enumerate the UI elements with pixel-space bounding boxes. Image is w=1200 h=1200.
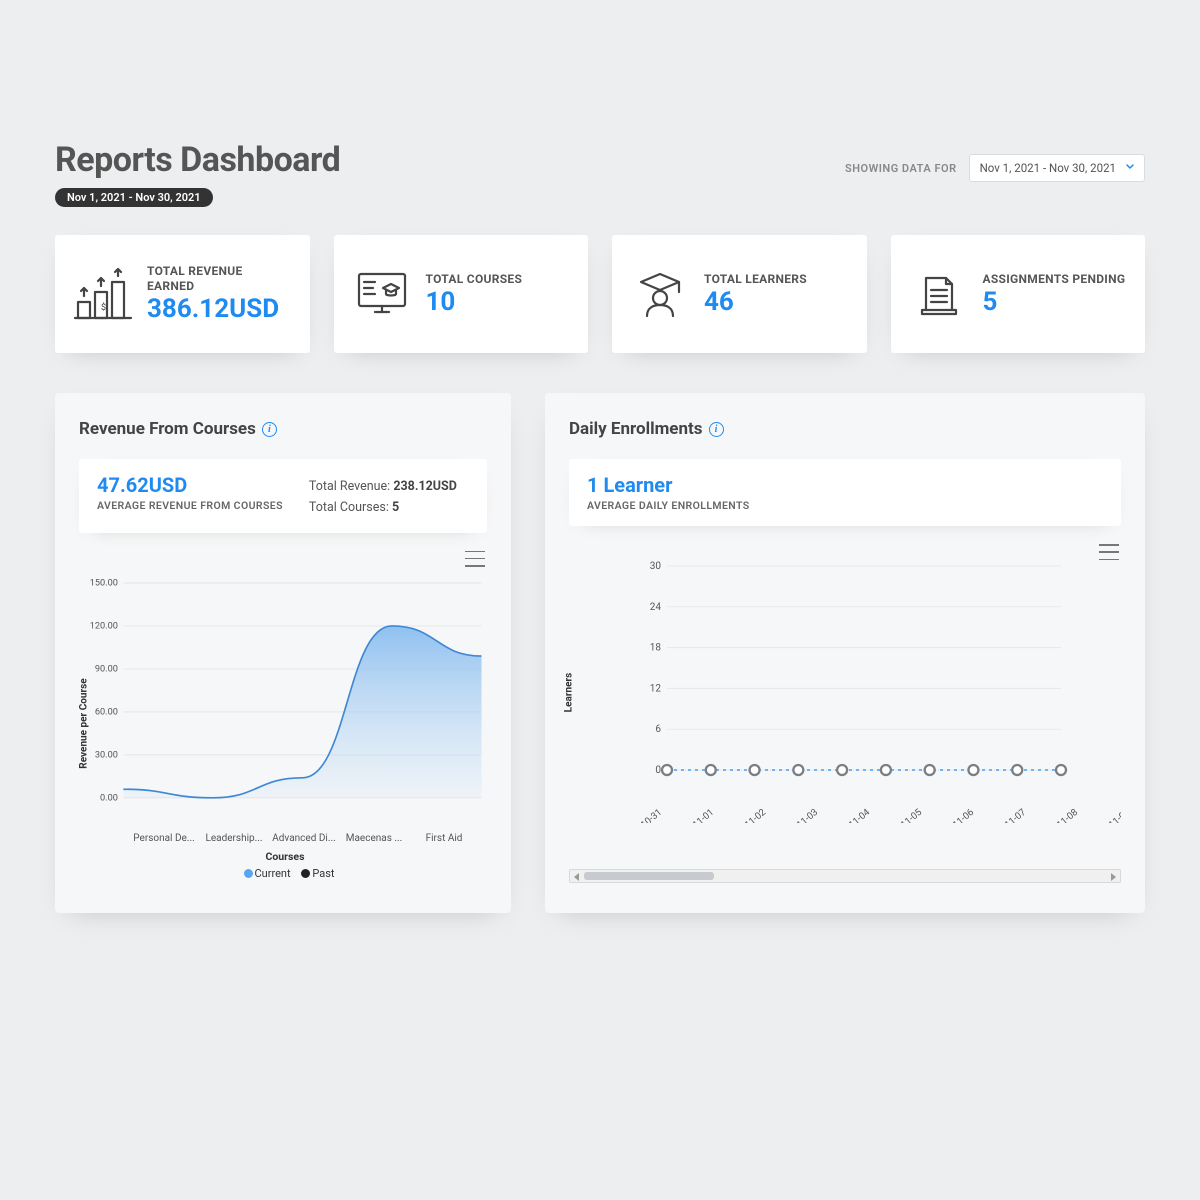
- page-title: Reports Dashboard: [55, 140, 340, 180]
- revenue-icon: $: [73, 265, 133, 323]
- stat-card-revenue[interactable]: $ TOTAL REVENUE EARNED 386.12USD: [55, 235, 310, 353]
- stat-label: TOTAL COURSES: [426, 272, 571, 287]
- stat-card-courses[interactable]: TOTAL COURSES 10: [334, 235, 589, 353]
- svg-text:24: 24: [650, 602, 662, 613]
- legend-label-current: Current: [255, 867, 291, 880]
- stat-value: 46: [704, 289, 849, 316]
- stat-value: 386.12USD: [147, 296, 292, 323]
- summary-box: 47.62USD AVERAGE REVENUE FROM COURSES To…: [79, 459, 487, 533]
- stat-label: TOTAL LEARNERS: [704, 272, 849, 287]
- panel-title: Daily Enrollments: [569, 419, 703, 439]
- legend-dot-past: [301, 869, 310, 878]
- chevron-down-icon: [1124, 161, 1136, 176]
- courses-icon: [352, 265, 412, 323]
- assignments-icon: [909, 265, 969, 323]
- panel-revenue-from-courses: Revenue From Courses i 47.62USD AVERAGE …: [55, 393, 511, 913]
- total-courses-label: Total Courses:: [309, 500, 389, 515]
- date-range-value: Nov 1, 2021 - Nov 30, 2021: [980, 161, 1116, 175]
- svg-text:6: 6: [655, 724, 661, 735]
- learners-icon: [630, 265, 690, 323]
- avg-enroll-value: 1 Learner: [587, 473, 767, 497]
- stat-card-assignments[interactable]: ASSIGNMENTS PENDING 5: [891, 235, 1146, 353]
- avg-revenue-value: 47.62USD: [97, 473, 283, 497]
- revenue-chart: 0.00 30.00 60.00 90.00 120.00 150.00: [83, 565, 487, 825]
- legend-dot-current: [244, 869, 253, 878]
- stat-value: 10: [426, 289, 571, 316]
- legend-label-past: Past: [312, 867, 334, 880]
- svg-text:$: $: [101, 302, 106, 313]
- info-icon[interactable]: i: [709, 422, 724, 437]
- scrollbar-thumb[interactable]: [584, 872, 714, 880]
- chart-scrollbar[interactable]: [569, 869, 1121, 883]
- y-axis-label: Learners: [563, 672, 574, 712]
- chart-legend: Current Past: [83, 867, 487, 880]
- svg-text:30: 30: [650, 561, 662, 572]
- svg-text:0: 0: [655, 765, 661, 776]
- info-icon[interactable]: i: [262, 422, 277, 437]
- svg-text:90.00: 90.00: [95, 663, 118, 674]
- svg-text:60.00: 60.00: [95, 706, 118, 717]
- stat-value: 5: [983, 289, 1128, 316]
- enrollments-chart: 0 6 12 18 24 30: [573, 558, 1121, 784]
- svg-text:150.00: 150.00: [90, 577, 118, 588]
- total-revenue-label: Total Revenue:: [309, 479, 390, 494]
- total-revenue-value: 238.12USD: [393, 479, 457, 494]
- stat-card-learners[interactable]: TOTAL LEARNERS 46: [612, 235, 867, 353]
- panel-daily-enrollments: Daily Enrollments i 1 Learner AVERAGE DA…: [545, 393, 1145, 913]
- panel-title: Revenue From Courses: [79, 419, 256, 439]
- showing-data-label: SHOWING DATA FOR: [845, 162, 957, 175]
- x-ticks: Personal De...Leadership...Advanced Di..…: [127, 833, 481, 844]
- svg-text:0.00: 0.00: [100, 792, 118, 803]
- x-axis-title: Courses: [83, 850, 487, 863]
- avg-enroll-label: AVERAGE DAILY ENROLLMENTS: [587, 499, 767, 512]
- avg-revenue-label: AVERAGE REVENUE FROM COURSES: [97, 499, 283, 512]
- date-range-select[interactable]: Nov 1, 2021 - Nov 30, 2021: [969, 154, 1145, 182]
- summary-box: 1 Learner AVERAGE DAILY ENROLLMENTS: [569, 459, 1121, 526]
- total-courses-value: 5: [392, 500, 399, 515]
- date-badge: Nov 1, 2021 - Nov 30, 2021: [55, 188, 213, 207]
- y-axis-label: Revenue per Course: [79, 678, 90, 768]
- svg-text:12: 12: [650, 683, 662, 694]
- stat-label: TOTAL REVENUE EARNED: [147, 264, 292, 294]
- svg-text:18: 18: [650, 643, 662, 654]
- svg-text:120.00: 120.00: [90, 620, 118, 631]
- x-ticks: 2021-10-312021-11-012021-11-022021-11-03…: [609, 792, 1121, 823]
- svg-text:30.00: 30.00: [95, 749, 118, 760]
- stat-label: ASSIGNMENTS PENDING: [983, 272, 1128, 287]
